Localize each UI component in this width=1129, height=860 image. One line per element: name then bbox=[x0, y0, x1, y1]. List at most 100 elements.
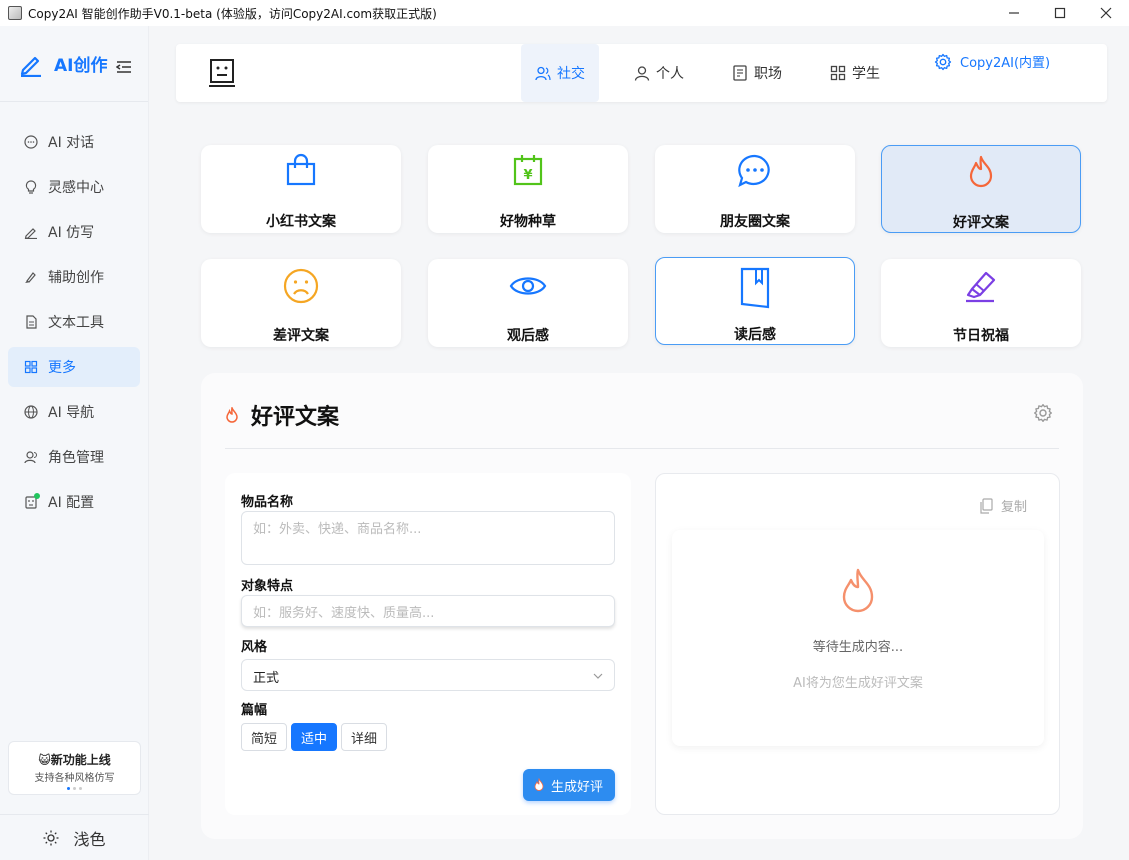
generate-button[interactable]: 生成好评 bbox=[522, 769, 615, 801]
panel-header: 好评文案 bbox=[225, 399, 339, 431]
grid-icon bbox=[830, 65, 846, 81]
card-label: 差评文案 bbox=[273, 328, 329, 344]
output-hint-text: AI将为您生成好评文案 bbox=[793, 676, 923, 691]
sidebar-item-label: 辅助创作 bbox=[48, 270, 104, 286]
edit-logo-icon bbox=[20, 56, 41, 77]
bag-icon bbox=[286, 153, 316, 186]
features-input[interactable]: 如：服务好、速度快、质量高... bbox=[241, 595, 615, 627]
tab-personal[interactable]: 个人 bbox=[634, 44, 684, 102]
sidebar-item-more[interactable]: 更多 bbox=[8, 347, 140, 387]
users-icon bbox=[24, 451, 37, 464]
sidebar-item-label: 文本工具 bbox=[48, 315, 104, 331]
copy-button[interactable]: 复制 bbox=[979, 496, 1027, 515]
close-icon bbox=[1100, 7, 1112, 19]
style-label: 风格 bbox=[241, 640, 268, 655]
sidebar-nav: AI 对话 灵感中心 AI 仿写 辅助创作 文本工具 更多 AI 导航 角色管理… bbox=[0, 102, 148, 522]
sidebar-item-label: AI 仿写 bbox=[48, 225, 95, 241]
length-option-medium[interactable]: 适中 bbox=[291, 723, 338, 751]
window-controls bbox=[991, 0, 1129, 26]
sidebar-item-ai-nav[interactable]: AI 导航 bbox=[8, 392, 140, 432]
fire-icon bbox=[226, 407, 238, 423]
bulb-icon bbox=[25, 180, 37, 194]
length-label: 篇幅 bbox=[241, 703, 268, 718]
item-name-label: 物品名称 bbox=[241, 495, 294, 510]
pen-icon bbox=[24, 228, 37, 239]
sidebar-item-ai-config[interactable]: AI 配置 bbox=[8, 482, 140, 522]
status-dot bbox=[34, 493, 40, 499]
collapse-menu-icon[interactable] bbox=[116, 60, 132, 74]
output-placeholder-card: 等待生成内容... AI将为您生成好评文案 bbox=[672, 530, 1044, 746]
output-waiting-text: 等待生成内容... bbox=[812, 640, 904, 655]
card-after-reading[interactable]: 读后感 bbox=[655, 257, 855, 345]
length-option-short[interactable]: 简短 bbox=[241, 723, 288, 751]
card-negative-review[interactable]: 差评文案 bbox=[201, 259, 401, 347]
close-button[interactable] bbox=[1083, 0, 1129, 26]
panel-divider bbox=[225, 448, 1059, 449]
panel-title: 好评文案 bbox=[251, 405, 340, 430]
sidebar: AI创作 AI 对话 灵感中心 AI 仿写 辅助创作 文本工具 更多 AI 导航… bbox=[0, 26, 149, 860]
card-label: 小红书文案 bbox=[266, 214, 336, 230]
output-area: 复制 等待生成内容... AI将为您生成好评文案 bbox=[655, 473, 1060, 815]
sidebar-item-label: AI 配置 bbox=[48, 495, 95, 511]
tab-label: 职场 bbox=[754, 66, 782, 82]
card-xiaohongshu[interactable]: 小红书文案 bbox=[201, 145, 401, 233]
users-icon bbox=[535, 66, 551, 81]
card-label: 好物种草 bbox=[500, 214, 556, 230]
maximize-button[interactable] bbox=[1037, 0, 1083, 26]
tab-student[interactable]: 学生 bbox=[830, 44, 880, 102]
minimize-button[interactable] bbox=[991, 0, 1037, 26]
window-title: Copy2AI 智能创作助手V0.1-beta (体验版，访问Copy2AI.c… bbox=[28, 6, 437, 21]
window-titlebar: Copy2AI 智能创作助手V0.1-beta (体验版，访问Copy2AI.c… bbox=[0, 0, 1129, 26]
card-moments[interactable]: 朋友圈文案 bbox=[655, 145, 855, 233]
robot-logo-icon bbox=[209, 59, 235, 87]
tab-workplace[interactable]: 职场 bbox=[732, 44, 782, 102]
app-icon bbox=[8, 6, 22, 20]
card-label: 好评文案 bbox=[953, 215, 1009, 231]
chat-bubble-icon bbox=[738, 154, 770, 188]
panel-settings-icon[interactable] bbox=[1033, 403, 1053, 423]
top-navbar: 社交 个人 职场 学生 Copy2AI(内置) bbox=[176, 44, 1107, 102]
card-positive-review[interactable]: 好评文案 bbox=[881, 145, 1081, 233]
sidebar-item-label: AI 导航 bbox=[48, 405, 95, 421]
sidebar-item-assist[interactable]: 辅助创作 bbox=[8, 257, 140, 297]
promo-title: 😺新功能上线 bbox=[38, 753, 111, 767]
brush-icon bbox=[25, 272, 36, 283]
fire-icon bbox=[969, 155, 993, 188]
gear-icon bbox=[934, 53, 952, 70]
promo-subtitle: 支持各种风格仿写 bbox=[34, 773, 115, 784]
file-icon bbox=[26, 315, 37, 329]
fire-icon bbox=[842, 568, 874, 613]
card-product-recommend[interactable]: ¥ 好物种草 bbox=[428, 145, 628, 233]
promo-banner[interactable]: 😺新功能上线 支持各种风格仿写 bbox=[8, 741, 141, 795]
user-icon bbox=[634, 66, 650, 81]
card-label: 节日祝福 bbox=[953, 328, 1009, 344]
frown-icon bbox=[283, 268, 319, 304]
theme-toggle[interactable]: 浅色 bbox=[0, 814, 149, 860]
sidebar-item-ai-chat[interactable]: AI 对话 bbox=[8, 122, 140, 162]
copy-icon bbox=[980, 497, 993, 514]
length-option-detailed[interactable]: 详细 bbox=[341, 723, 388, 751]
promo-pagination bbox=[9, 787, 140, 790]
copy-label: 复制 bbox=[1000, 500, 1027, 515]
tab-label: 个人 bbox=[656, 66, 684, 82]
style-select[interactable]: 正式 bbox=[241, 659, 615, 691]
card-after-watching[interactable]: 观后感 bbox=[428, 259, 628, 347]
input-form: 物品名称 如：外卖、快递、商品名称... 对象特点 如：服务好、速度快、质量高.… bbox=[225, 473, 631, 815]
tab-label: 社交 bbox=[557, 66, 585, 82]
sidebar-item-ai-imitate[interactable]: AI 仿写 bbox=[8, 212, 140, 252]
card-holiday-wishes[interactable]: 节日祝福 bbox=[881, 259, 1081, 347]
style-value: 正式 bbox=[253, 671, 280, 686]
model-settings-button[interactable]: Copy2AI(内置) bbox=[934, 52, 1050, 71]
sidebar-item-inspiration[interactable]: 灵感中心 bbox=[8, 167, 140, 207]
globe-icon bbox=[24, 405, 38, 419]
sidebar-item-label: 角色管理 bbox=[48, 450, 104, 466]
tab-social[interactable]: 社交 bbox=[521, 44, 599, 102]
sidebar-item-text-tools[interactable]: 文本工具 bbox=[8, 302, 140, 342]
card-label: 读后感 bbox=[734, 327, 776, 343]
sidebar-item-label: AI 对话 bbox=[48, 135, 95, 151]
chevron-down-icon bbox=[593, 673, 603, 679]
sun-icon bbox=[43, 830, 59, 845]
sidebar-item-roles[interactable]: 角色管理 bbox=[8, 437, 140, 477]
item-name-textarea[interactable]: 如：外卖、快递、商品名称... bbox=[241, 511, 615, 565]
model-settings-label: Copy2AI(内置) bbox=[960, 56, 1051, 71]
